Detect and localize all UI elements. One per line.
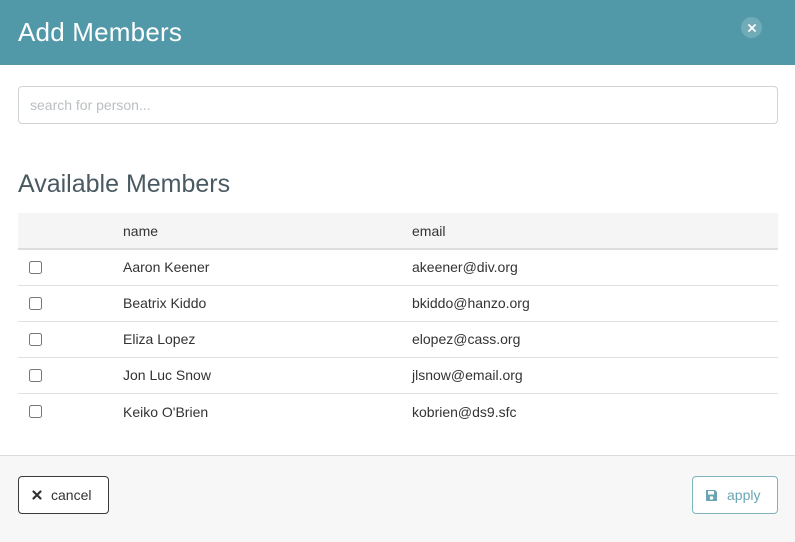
table-row: Jon Luc Snow jlsnow@email.org — [18, 357, 778, 393]
close-icon — [747, 23, 756, 32]
apply-button[interactable]: apply — [692, 476, 778, 514]
dialog-header: Add Members — [0, 0, 795, 65]
member-email: jlsnow@email.org — [412, 367, 523, 383]
close-button[interactable] — [741, 17, 762, 38]
member-email: elopez@cass.org — [412, 331, 521, 347]
row-checkbox[interactable] — [29, 332, 42, 346]
member-name: Keiko O'Brien — [123, 403, 209, 420]
dialog-title: Add Members — [18, 17, 183, 47]
name-column-header[interactable]: name — [123, 213, 412, 249]
member-name: Eliza Lopez — [123, 331, 196, 347]
member-name: Aaron Keener — [123, 259, 210, 276]
cancel-label: cancel — [51, 487, 92, 503]
row-checkbox[interactable] — [29, 368, 42, 382]
section-title: Available Members — [18, 170, 231, 198]
table-header-row: name email — [18, 213, 778, 249]
member-name: Beatrix Kiddo — [123, 295, 207, 311]
member-email: bkiddo@hanzo.org — [412, 295, 530, 311]
cancel-button[interactable]: cancel — [18, 476, 109, 514]
add-members-dialog: Add Members Available Members name email… — [0, 0, 795, 542]
row-checkbox[interactable] — [29, 260, 42, 274]
x-icon — [32, 490, 42, 500]
member-email: akeener@div.org — [412, 259, 518, 276]
member-name: Jon Luc Snow — [123, 367, 211, 383]
save-icon — [705, 489, 718, 502]
email-column-header[interactable]: email — [412, 213, 778, 249]
row-checkbox[interactable] — [29, 296, 42, 310]
table-row: Aaron Keener akeener@div.org — [18, 249, 778, 285]
members-table: name email Aaron Keener akeener@div.org … — [18, 213, 778, 430]
row-checkbox[interactable] — [29, 405, 42, 419]
apply-label: apply — [727, 487, 761, 503]
member-email: kobrien@ds9.sfc — [412, 403, 517, 420]
search-input[interactable] — [18, 86, 778, 124]
select-column-header — [18, 213, 123, 249]
table-row: Keiko O'Brien kobrien@ds9.sfc — [18, 393, 778, 430]
table-row: Eliza Lopez elopez@cass.org — [18, 321, 778, 357]
table-row: Beatrix Kiddo bkiddo@hanzo.org — [18, 285, 778, 321]
dialog-footer: cancel apply — [0, 455, 795, 542]
